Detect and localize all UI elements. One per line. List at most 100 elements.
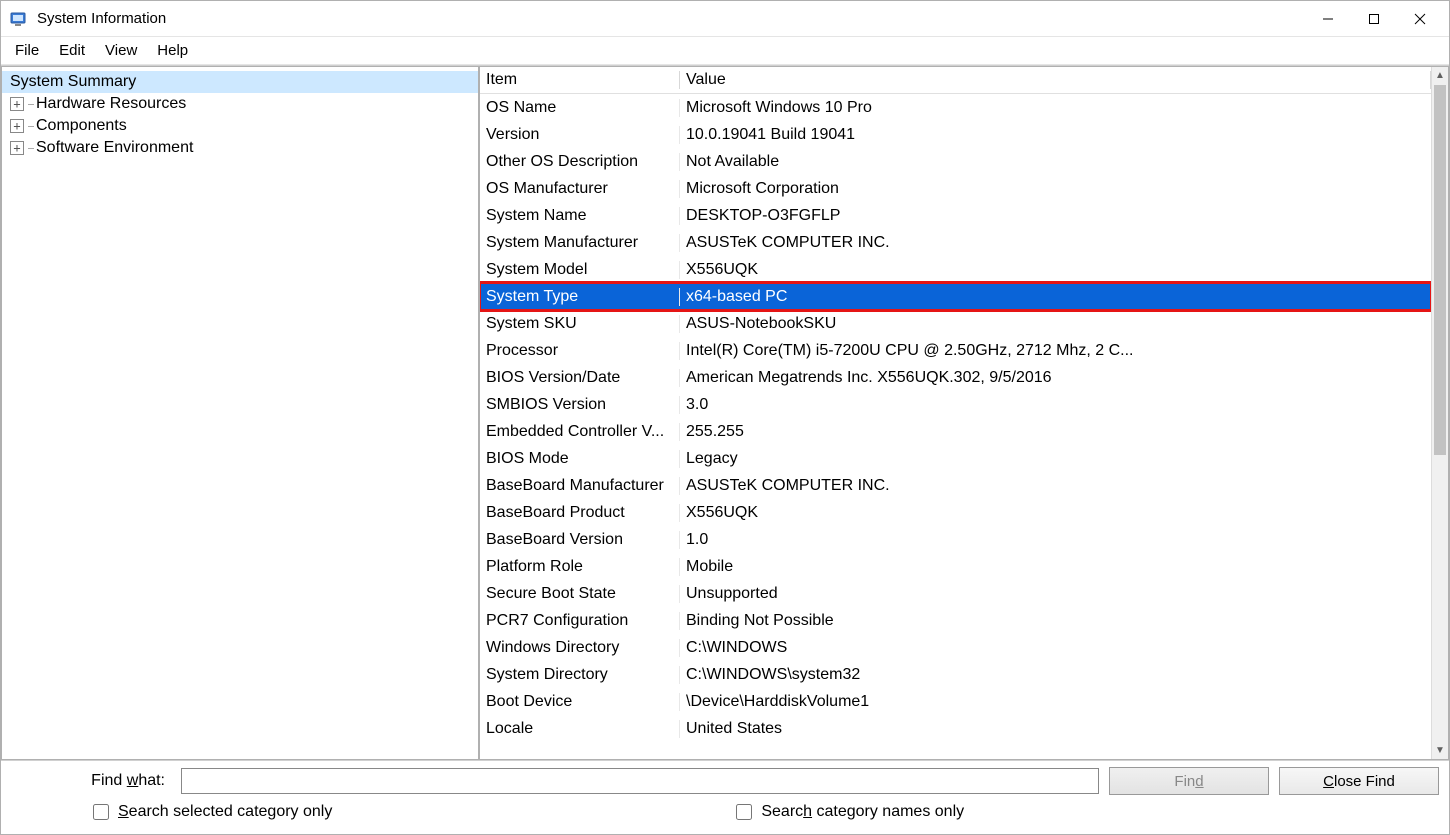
detail-value-cell: Microsoft Corporation bbox=[680, 180, 1431, 198]
detail-item-cell: System Name bbox=[480, 207, 680, 225]
detail-value-cell: American Megatrends Inc. X556UQK.302, 9/… bbox=[680, 369, 1431, 387]
detail-value-cell: C:\WINDOWS bbox=[680, 639, 1431, 657]
detail-row[interactable]: Secure Boot StateUnsupported bbox=[480, 580, 1431, 607]
detail-item-cell: System Directory bbox=[480, 666, 680, 684]
detail-item-cell: BaseBoard Manufacturer bbox=[480, 477, 680, 495]
tree-item-label: Software Environment bbox=[36, 139, 193, 157]
detail-value-cell: X556UQK bbox=[680, 504, 1431, 522]
window-title: System Information bbox=[37, 10, 166, 27]
tree-item-label: Components bbox=[36, 117, 127, 135]
detail-item-cell: Platform Role bbox=[480, 558, 680, 576]
detail-row[interactable]: Boot Device\Device\HarddiskVolume1 bbox=[480, 688, 1431, 715]
close-button[interactable] bbox=[1397, 3, 1443, 35]
detail-row[interactable]: Version10.0.19041 Build 19041 bbox=[480, 121, 1431, 148]
detail-value-cell: Intel(R) Core(TM) i5-7200U CPU @ 2.50GHz… bbox=[680, 342, 1431, 360]
detail-value-cell: Mobile bbox=[680, 558, 1431, 576]
menu-file[interactable]: File bbox=[5, 40, 49, 61]
detail-row[interactable]: System Typex64-based PC bbox=[480, 283, 1431, 310]
detail-row[interactable]: BIOS Version/DateAmerican Megatrends Inc… bbox=[480, 364, 1431, 391]
detail-row[interactable]: System ManufacturerASUSTeK COMPUTER INC. bbox=[480, 229, 1431, 256]
detail-pane: Item Value OS NameMicrosoft Windows 10 P… bbox=[479, 66, 1449, 760]
column-item[interactable]: Item bbox=[480, 71, 680, 89]
titlebar: System Information bbox=[1, 1, 1449, 37]
detail-value-cell: Unsupported bbox=[680, 585, 1431, 603]
expand-icon[interactable]: + bbox=[10, 97, 24, 111]
search-category-names-box[interactable] bbox=[736, 804, 752, 820]
expand-icon[interactable]: + bbox=[10, 119, 24, 133]
search-selected-category-box[interactable] bbox=[93, 804, 109, 820]
detail-row[interactable]: Embedded Controller V...255.255 bbox=[480, 418, 1431, 445]
scroll-thumb[interactable] bbox=[1434, 85, 1446, 455]
detail-item-cell: Version bbox=[480, 126, 680, 144]
detail-row[interactable]: PCR7 ConfigurationBinding Not Possible bbox=[480, 607, 1431, 634]
vertical-scrollbar[interactable]: ▲ ▼ bbox=[1431, 67, 1448, 759]
detail-item-cell: BIOS Version/Date bbox=[480, 369, 680, 387]
detail-row[interactable]: BaseBoard ProductX556UQK bbox=[480, 499, 1431, 526]
detail-row[interactable]: BIOS ModeLegacy bbox=[480, 445, 1431, 472]
detail-value-cell: Legacy bbox=[680, 450, 1431, 468]
tree-item-label: Hardware Resources bbox=[36, 95, 186, 113]
detail-value-cell: ASUS-NotebookSKU bbox=[680, 315, 1431, 333]
detail-value-cell: Binding Not Possible bbox=[680, 612, 1431, 630]
detail-item-cell: BaseBoard Product bbox=[480, 504, 680, 522]
close-find-button[interactable]: Close Find bbox=[1279, 767, 1439, 795]
menu-view[interactable]: View bbox=[95, 40, 147, 61]
detail-item-cell: System Type bbox=[480, 288, 680, 306]
minimize-button[interactable] bbox=[1305, 3, 1351, 35]
detail-row[interactable]: System DirectoryC:\WINDOWS\system32 bbox=[480, 661, 1431, 688]
detail-row[interactable]: BaseBoard ManufacturerASUSTeK COMPUTER I… bbox=[480, 472, 1431, 499]
detail-row[interactable]: System NameDESKTOP-O3FGFLP bbox=[480, 202, 1431, 229]
maximize-button[interactable] bbox=[1351, 3, 1397, 35]
tree-item[interactable]: + Components bbox=[2, 115, 478, 137]
detail-item-cell: System Manufacturer bbox=[480, 234, 680, 252]
detail-row[interactable]: SMBIOS Version3.0 bbox=[480, 391, 1431, 418]
tree-item[interactable]: + Software Environment bbox=[2, 137, 478, 159]
detail-item-cell: PCR7 Configuration bbox=[480, 612, 680, 630]
search-selected-category-checkbox[interactable]: Search selected category only bbox=[89, 801, 332, 823]
detail-value-cell: United States bbox=[680, 720, 1431, 738]
detail-value-cell: C:\WINDOWS\system32 bbox=[680, 666, 1431, 684]
menu-help[interactable]: Help bbox=[147, 40, 198, 61]
detail-value-cell: 1.0 bbox=[680, 531, 1431, 549]
detail-value-cell: ASUSTeK COMPUTER INC. bbox=[680, 477, 1431, 495]
detail-item-cell: System SKU bbox=[480, 315, 680, 333]
detail-list[interactable]: Item Value OS NameMicrosoft Windows 10 P… bbox=[480, 67, 1431, 759]
detail-item-cell: BaseBoard Version bbox=[480, 531, 680, 549]
detail-row[interactable]: System ModelX556UQK bbox=[480, 256, 1431, 283]
column-value[interactable]: Value bbox=[680, 71, 1431, 89]
detail-item-cell: System Model bbox=[480, 261, 680, 279]
detail-item-cell: SMBIOS Version bbox=[480, 396, 680, 414]
detail-row[interactable]: ProcessorIntel(R) Core(TM) i5-7200U CPU … bbox=[480, 337, 1431, 364]
detail-row[interactable]: Other OS DescriptionNot Available bbox=[480, 148, 1431, 175]
tree-item[interactable]: + Hardware Resources bbox=[2, 93, 478, 115]
detail-item-cell: Processor bbox=[480, 342, 680, 360]
detail-row[interactable]: Platform RoleMobile bbox=[480, 553, 1431, 580]
detail-item-cell: Other OS Description bbox=[480, 153, 680, 171]
tree-pane[interactable]: System Summary + Hardware Resources + Compo… bbox=[1, 66, 479, 760]
detail-value-cell: DESKTOP-O3FGFLP bbox=[680, 207, 1431, 225]
menu-edit[interactable]: Edit bbox=[49, 40, 95, 61]
detail-item-cell: OS Manufacturer bbox=[480, 180, 680, 198]
detail-row[interactable]: Windows DirectoryC:\WINDOWS bbox=[480, 634, 1431, 661]
search-category-names-checkbox[interactable]: Search category names only bbox=[732, 801, 964, 823]
detail-row[interactable]: OS NameMicrosoft Windows 10 Pro bbox=[480, 94, 1431, 121]
detail-value-cell: \Device\HarddiskVolume1 bbox=[680, 693, 1431, 711]
scroll-down-icon[interactable]: ▼ bbox=[1432, 742, 1448, 759]
find-what-input[interactable] bbox=[181, 768, 1099, 794]
detail-row[interactable]: LocaleUnited States bbox=[480, 715, 1431, 742]
detail-header[interactable]: Item Value bbox=[480, 67, 1431, 94]
detail-value-cell: 255.255 bbox=[680, 423, 1431, 441]
find-button[interactable]: Find bbox=[1109, 767, 1269, 795]
main-area: System Summary + Hardware Resources + Compo… bbox=[1, 65, 1449, 760]
scroll-up-icon[interactable]: ▲ bbox=[1432, 67, 1448, 84]
menubar: File Edit View Help bbox=[1, 37, 1449, 65]
detail-row[interactable]: OS ManufacturerMicrosoft Corporation bbox=[480, 175, 1431, 202]
tree-root-label: System Summary bbox=[10, 73, 136, 91]
expand-icon[interactable]: + bbox=[10, 141, 24, 155]
detail-value-cell: Not Available bbox=[680, 153, 1431, 171]
detail-row[interactable]: System SKUASUS-NotebookSKU bbox=[480, 310, 1431, 337]
detail-item-cell: Windows Directory bbox=[480, 639, 680, 657]
tree-root-item[interactable]: System Summary bbox=[2, 71, 478, 93]
detail-row[interactable]: BaseBoard Version1.0 bbox=[480, 526, 1431, 553]
detail-value-cell: Microsoft Windows 10 Pro bbox=[680, 99, 1431, 117]
